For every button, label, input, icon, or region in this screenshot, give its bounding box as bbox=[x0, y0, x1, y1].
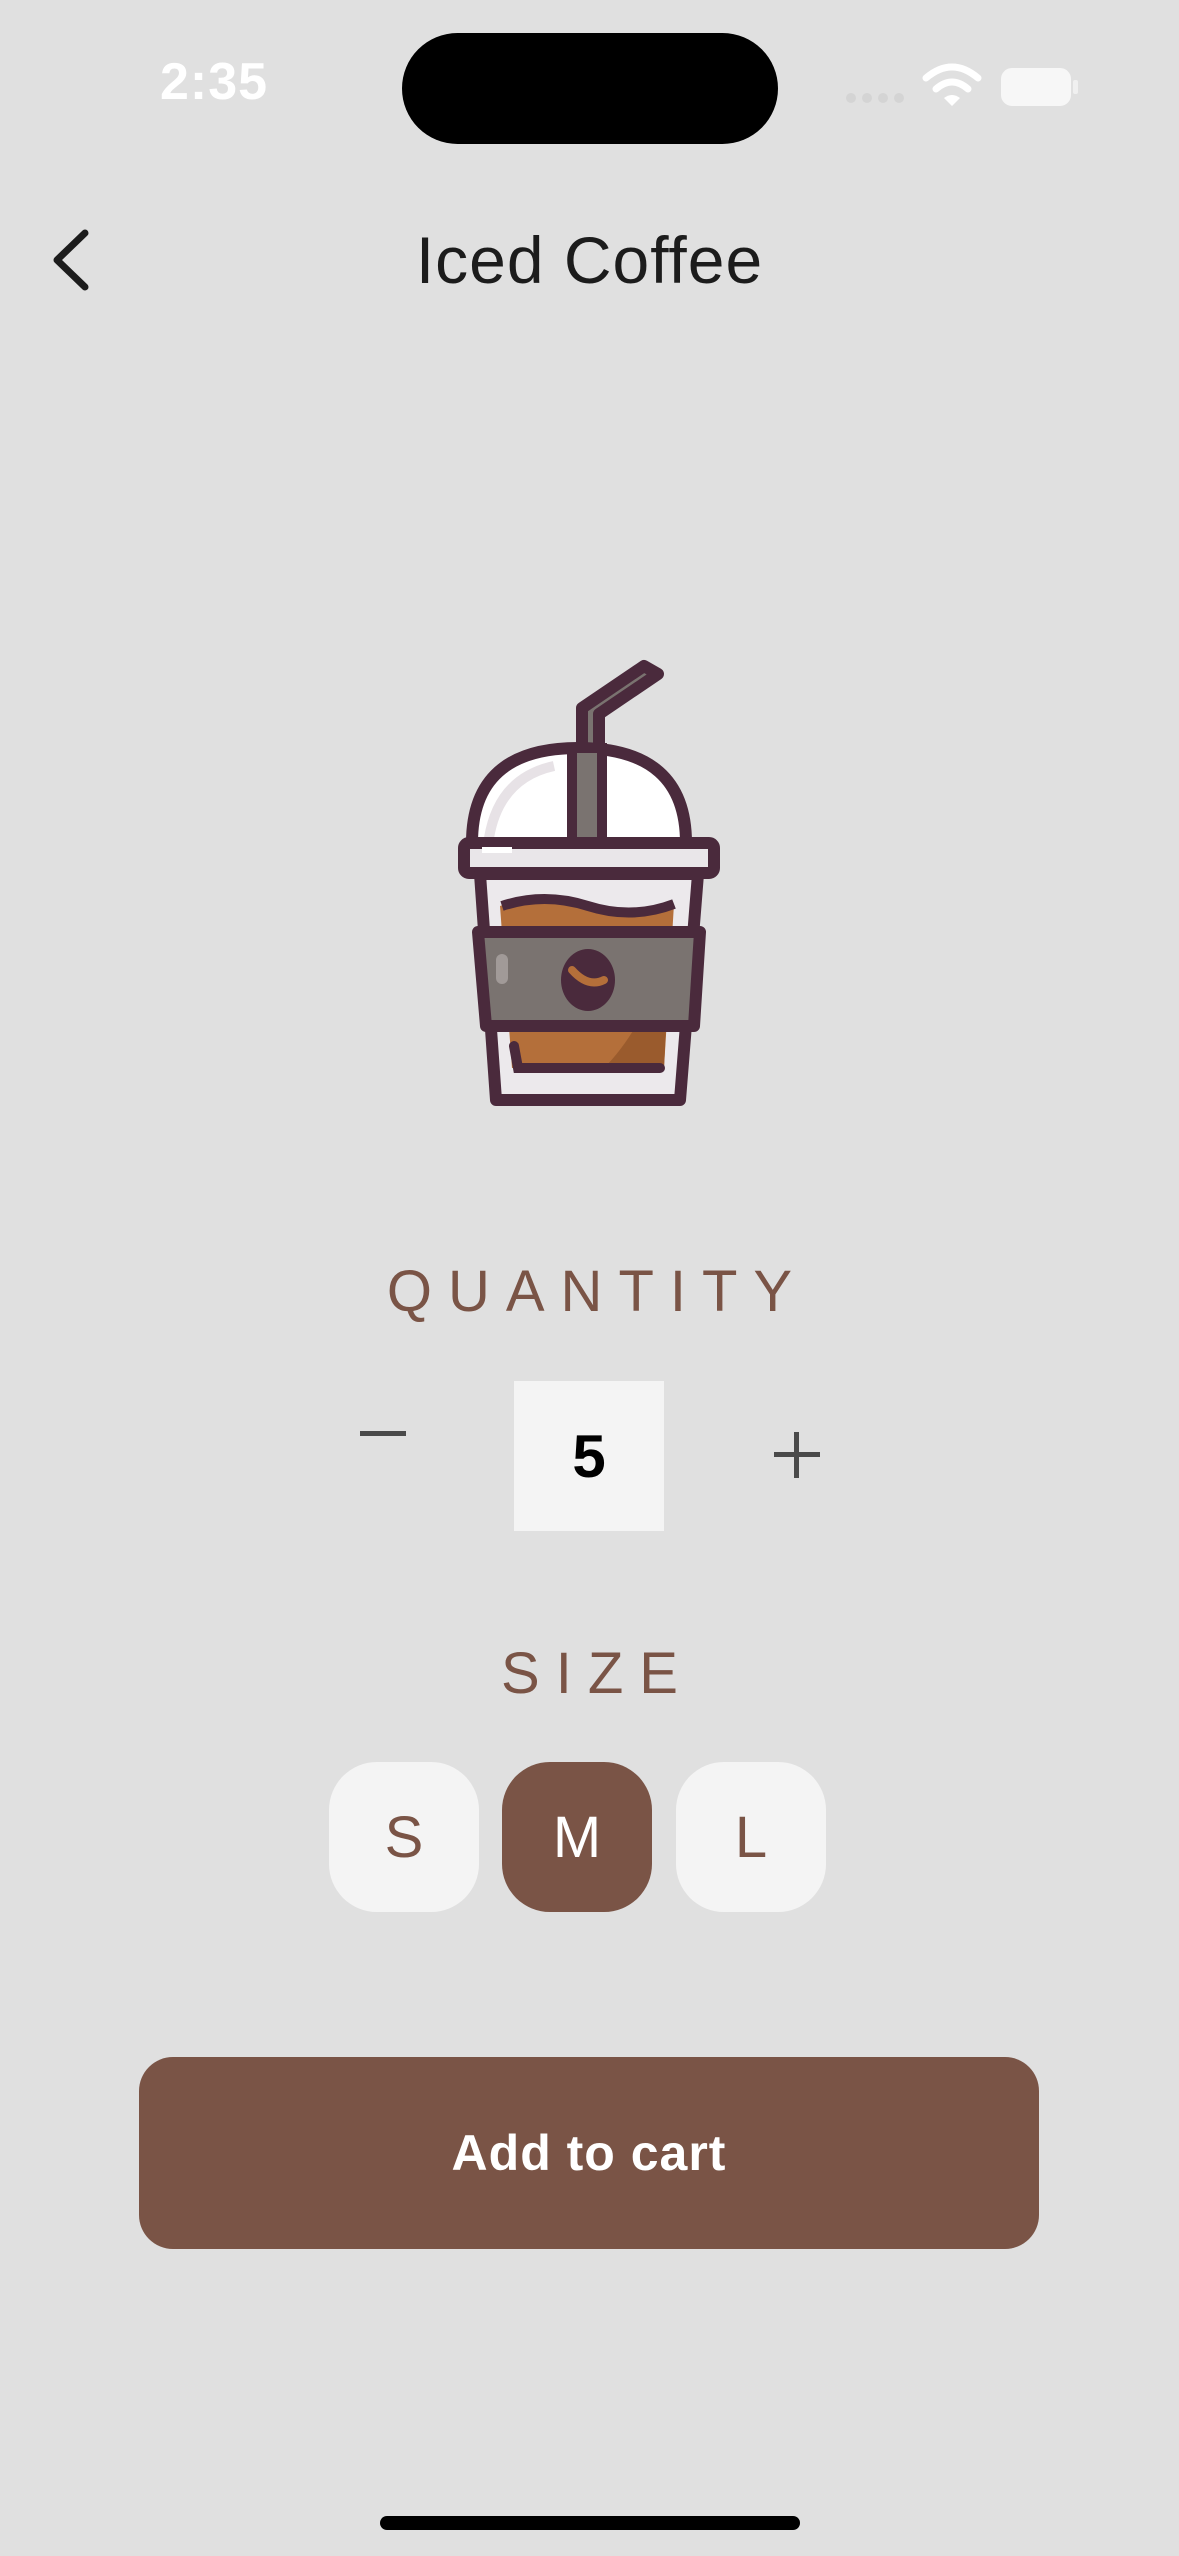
plus-icon bbox=[774, 1432, 820, 1478]
cellular-signal-icon bbox=[846, 93, 904, 103]
wifi-icon bbox=[922, 63, 982, 106]
iced-coffee-cup-icon bbox=[458, 660, 720, 1106]
status-time: 2:35 bbox=[160, 53, 269, 111]
page-title: Iced Coffee bbox=[415, 223, 764, 297]
quantity-label: QUANTITY bbox=[386, 1259, 809, 1324]
size-option-m[interactable]: M bbox=[502, 1762, 652, 1912]
battery-icon bbox=[1001, 68, 1078, 106]
size-option-s[interactable]: S bbox=[329, 1762, 479, 1912]
quantity-value[interactable]: 5 bbox=[514, 1381, 664, 1531]
size-label: SIZE bbox=[501, 1641, 694, 1706]
quantity-increment-button[interactable] bbox=[757, 1415, 837, 1495]
add-to-cart-button[interactable]: Add to cart bbox=[139, 2057, 1039, 2249]
home-indicator bbox=[380, 2516, 800, 2530]
minus-icon bbox=[360, 1431, 406, 1436]
size-option-l[interactable]: L bbox=[676, 1762, 826, 1912]
quantity-decrement-button[interactable] bbox=[343, 1395, 423, 1475]
dynamic-island bbox=[402, 33, 778, 144]
